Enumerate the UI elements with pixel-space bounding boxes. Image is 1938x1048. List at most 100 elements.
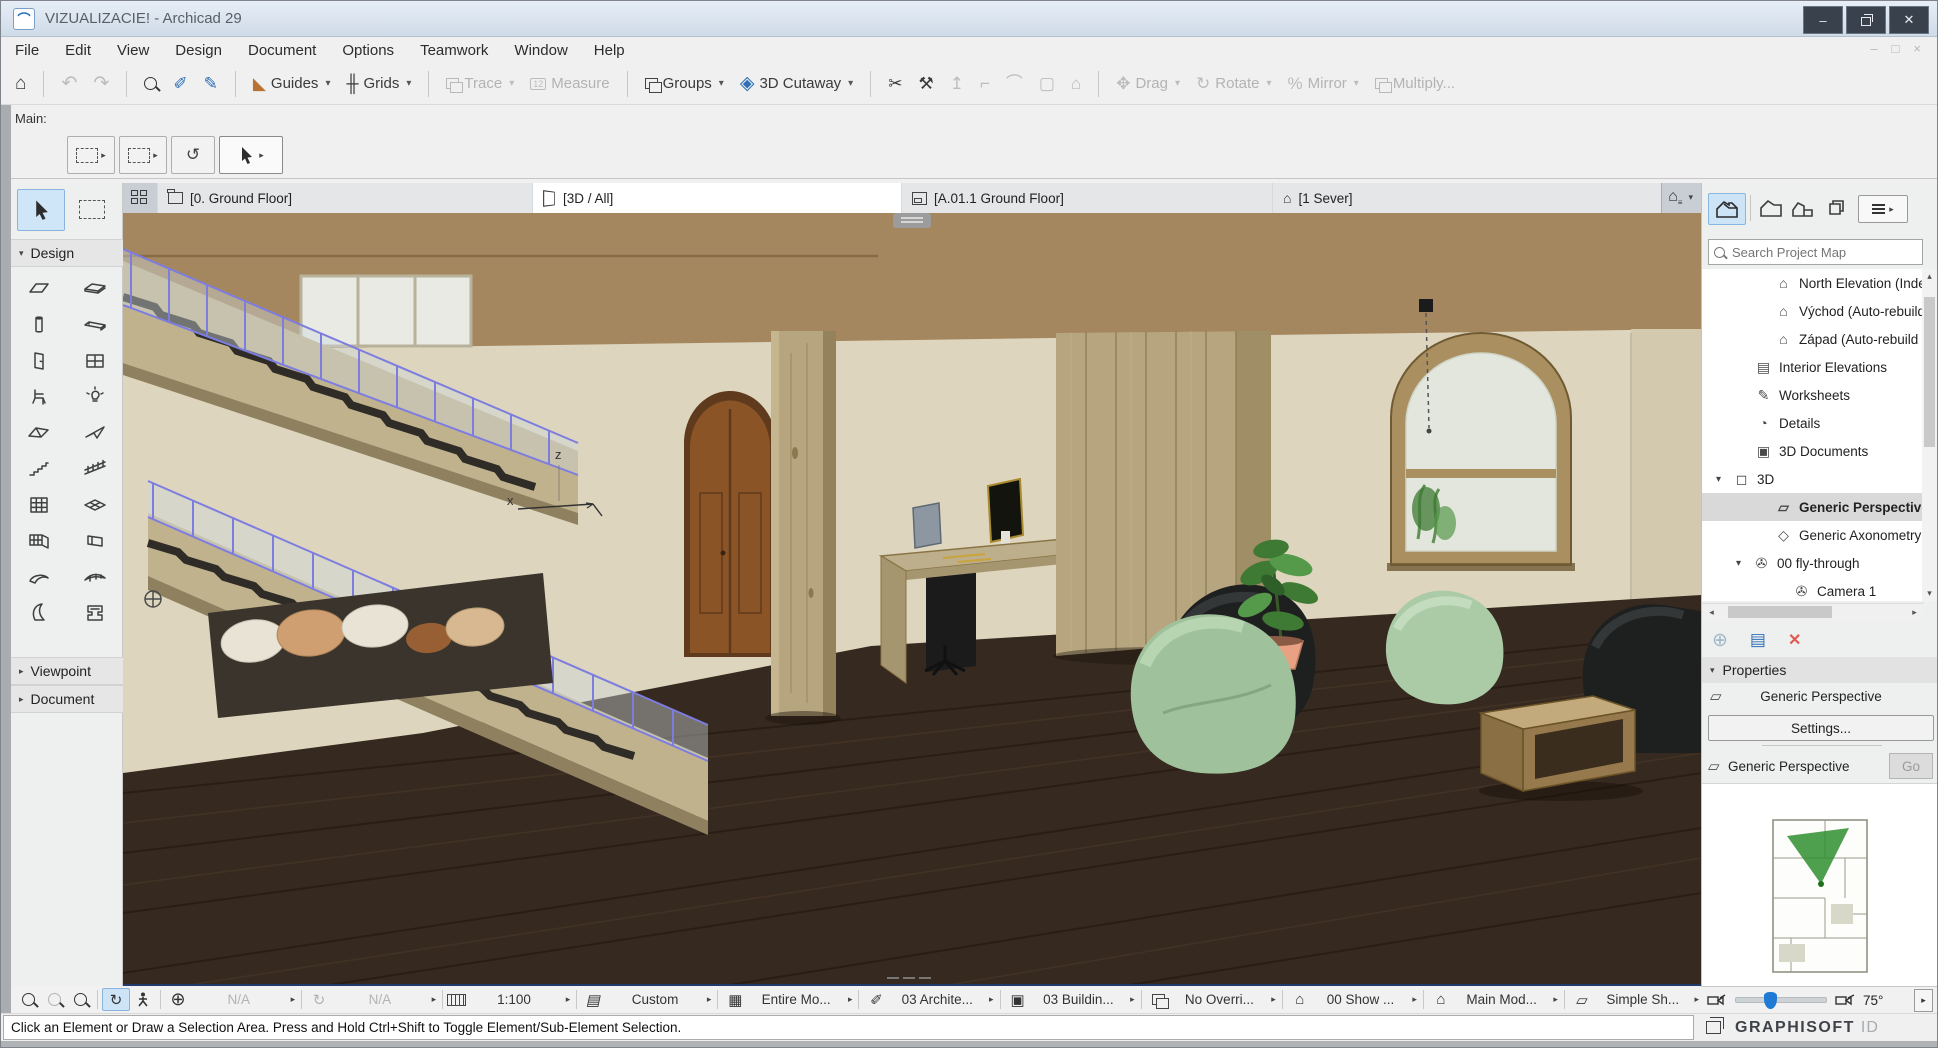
menu-options[interactable]: Options [342,42,394,59]
arrow-tool[interactable] [17,189,65,231]
scroll-right-icon[interactable]: ▸ [1907,605,1922,620]
menu-view[interactable]: View [117,42,149,59]
marquee-arrow-button[interactable]: ▸ [67,136,115,174]
tree-caret-icon[interactable]: ▾ [1736,558,1746,569]
tab-list-dropdown-icon[interactable]: ▾ [1688,192,1693,203]
structure-display-selector[interactable]: Main Mod...▸ [1454,992,1560,1007]
scale-selector[interactable]: 1:100▸ [466,992,572,1007]
tree-item-details[interactable]: ◔ Details [1702,409,1938,437]
document-window-controls[interactable]: – □ × [1870,41,1921,56]
rotate-button[interactable]: ↻Rotate▾ [1192,72,1275,95]
coffee-table[interactable] [1479,696,1643,801]
drag-button[interactable]: ✥Drag▾ [1112,72,1184,95]
tab-overview-button[interactable] [131,190,147,204]
roof-tool[interactable] [17,419,61,447]
walk-button[interactable] [130,992,156,1008]
settings-button[interactable]: Settings... [1708,715,1934,741]
tab-a011-ground-floor[interactable]: [A.01.1 Ground Floor] [901,183,1293,213]
scrollbar-thumb[interactable] [1924,297,1935,447]
door[interactable] [684,391,776,657]
view-settings-icon[interactable]: ▤ [1750,630,1766,650]
tree-item-00-fly-through[interactable]: ▾ ✇ 00 fly-through [1702,549,1938,577]
fov-slider-thumb[interactable] [1764,992,1777,1009]
pick-up-parameters-button[interactable]: ✐ [169,72,191,95]
layout-book-button[interactable] [1788,193,1818,223]
railing-tool[interactable] [73,455,117,483]
scroll-up-icon[interactable]: ▴ [1922,269,1937,284]
column-tool[interactable] [17,311,61,339]
mirror-button[interactable]: %Mirror▾ [1284,72,1363,95]
menu-edit[interactable]: Edit [65,42,91,59]
search-input[interactable] [1730,244,1904,261]
morph-tool[interactable] [17,563,61,591]
undo-button[interactable]: ↶ [57,71,81,96]
expand-options-button[interactable]: ▸ [1914,989,1933,1012]
mesh-tool[interactable] [73,491,117,519]
view-map-button[interactable] [1756,193,1786,223]
grids-button[interactable]: ╫Grids▾ [342,72,415,95]
roof-levels-button[interactable]: ⌂ [1067,72,1085,95]
fillet-button[interactable]: ⌒ [1002,72,1027,95]
scroll-down-icon[interactable]: ▾ [1922,586,1937,601]
elevate-button[interactable]: ↥ [946,72,968,95]
adjust-button[interactable]: ⚒ [914,72,937,95]
model-view-selector[interactable]: 03 Buildin...▸ [1031,992,1137,1007]
redo-button[interactable]: ↷ [89,71,113,96]
tree-item-interior-elevations[interactable]: ▤ Interior Elevations [1702,353,1938,381]
freeform-mesh-tool[interactable] [73,563,117,591]
pen-set-selector[interactable]: 03 Archite...▸ [889,992,995,1007]
lasso-select-button[interactable]: ↺ [171,136,215,174]
shadow-mode-selector[interactable]: Simple Sh...▸ [1595,992,1701,1007]
menu-design[interactable]: Design [175,42,222,59]
marquee-button[interactable]: ▸ [119,136,167,174]
marquee-tool[interactable] [69,189,115,229]
wall-tool[interactable] [17,275,61,303]
measure-button[interactable]: 12Measure [526,72,613,95]
zone-tool[interactable] [17,527,61,555]
trace-button[interactable]: Trace▾ [442,72,518,95]
menu-teamwork[interactable]: Teamwork [420,42,488,59]
leaning-board[interactable] [913,503,941,548]
home-button[interactable]: ⌂ [11,71,30,96]
inject-parameters-button[interactable]: ✎ [200,72,222,95]
layer-combination-selector[interactable]: Custom▸ [607,992,713,1007]
minimize-button[interactable]: – [1803,6,1843,34]
tab-1-sever[interactable]: ⌂ [1 Sever] [1272,183,1662,213]
zoom-forward-button[interactable] [41,993,67,1006]
properties-header[interactable]: ▾ Properties [1702,657,1938,683]
slab-tool[interactable] [73,275,117,303]
project-map-button[interactable] [1708,193,1746,225]
scroll-left-icon[interactable]: ◂ [1704,605,1719,620]
tree-horizontal-scrollbar[interactable]: ◂ ▸ [1702,603,1924,621]
opening-tool[interactable] [73,527,117,555]
add-view-icon[interactable]: ⊕ [1712,629,1728,652]
tree-item-3d[interactable]: ▾ ◻ 3D [1702,465,1938,493]
explore-button[interactable]: ⊕ [165,989,191,1010]
multiply-button[interactable]: Multiply... [1371,72,1459,95]
search-box[interactable] [1708,239,1923,265]
windows-stack-icon[interactable] [1706,1021,1721,1034]
tab-list-icon[interactable]: ⌂≡ [1668,188,1682,207]
sun-settings-selector[interactable]: 00 Show ...▸ [1313,992,1419,1007]
office-chair[interactable] [926,570,976,672]
tree-item-camera-1[interactable]: ✇ Camera 1 [1702,577,1938,601]
shell-tool[interactable] [73,419,117,447]
orbit-button[interactable]: ↻ [102,988,130,1011]
graphic-override-selector[interactable]: No Overri...▸ [1172,992,1278,1007]
toolbox-section-viewpoint[interactable]: ▸Viewpoint [11,657,131,685]
tree-item-3d-documents[interactable]: ▣ 3D Documents [1702,437,1938,465]
stair-tool[interactable] [17,455,61,483]
go-button[interactable]: Go [1889,753,1933,779]
zone-stamp-tool[interactable] [73,599,117,627]
navigator-menu-button[interactable]: ▸ [1858,195,1908,223]
doc-close-icon[interactable]: × [1913,41,1921,56]
menu-window[interactable]: Window [514,42,567,59]
beanbag-green-center[interactable] [1131,614,1296,773]
column[interactable] [765,331,841,725]
tab-ground-floor[interactable]: [0. Ground Floor] [157,183,553,213]
window-tool[interactable] [73,347,117,375]
doc-restore-icon[interactable]: □ [1892,41,1900,56]
tree-vertical-scrollbar[interactable]: ▴ ▾ [1922,269,1937,601]
tree-item-north-elevation[interactable]: ⌂ North Elevation (Inde [1702,269,1938,297]
close-button[interactable]: ✕ [1889,6,1929,34]
